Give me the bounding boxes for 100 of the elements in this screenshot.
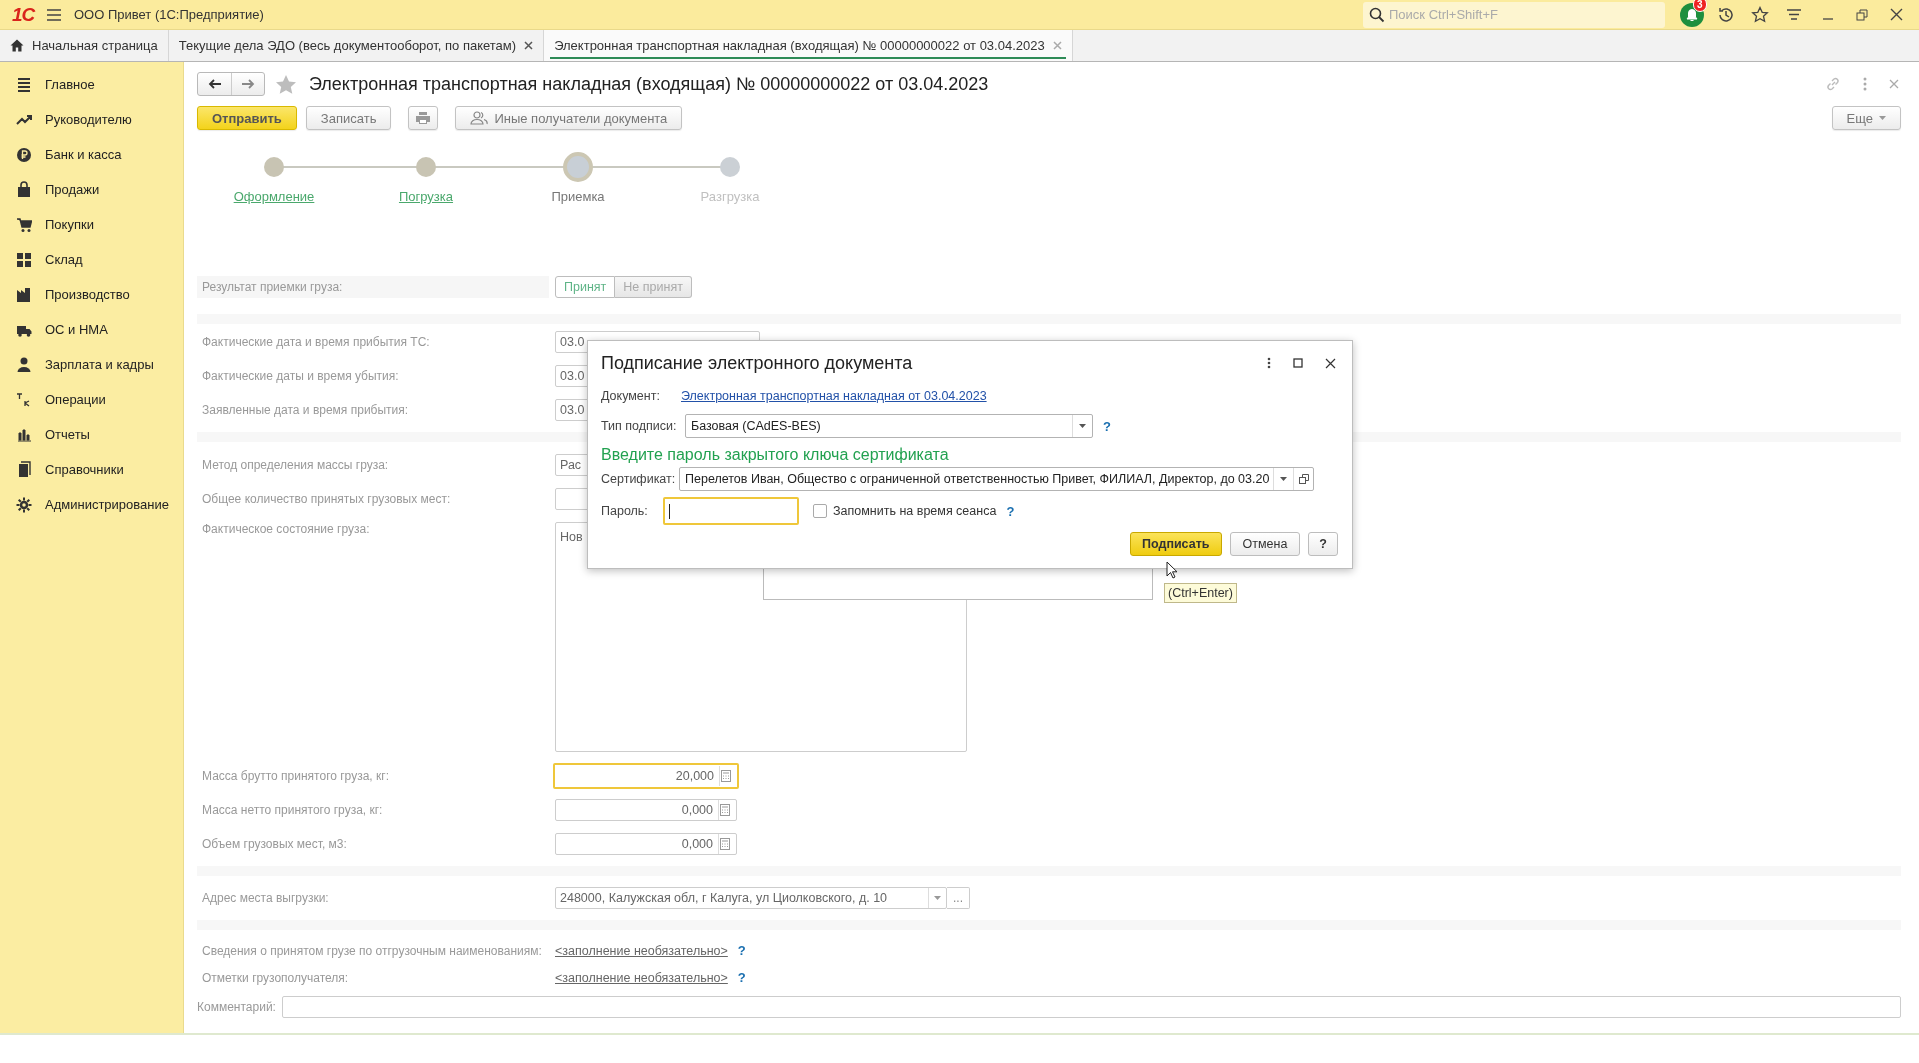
save-button[interactable]: Записать <box>305 106 392 130</box>
sidebar-item[interactable]: Покупки <box>0 207 183 242</box>
print-button[interactable] <box>408 106 439 130</box>
settings-icon <box>16 495 32 514</box>
field-label: Масса нетто принятого груза, кг: <box>201 803 384 817</box>
field-label: Объем грузовых мест, м3: <box>201 837 348 851</box>
help-link[interactable]: ? <box>1103 418 1111 434</box>
person-icon <box>16 355 32 374</box>
address-field[interactable]: 248000, Калужская обл, г Калуга, ул Циолковского, д. 10 <box>555 887 947 909</box>
checkbox-label: Запомнить на время сеанса <box>833 504 997 518</box>
more-button[interactable]: Еще <box>1831 106 1901 130</box>
field-label: Заявленные дата и время прибытия: <box>201 403 410 417</box>
certificate-select[interactable]: Перелетов Иван, Общество с ограниченной ответственностью Привет, ФИЛИАЛ, Директор, до 03.20 <box>679 467 1315 491</box>
password-field[interactable] <box>663 497 799 525</box>
link[interactable]: <заполнение необязательно> <box>555 943 728 958</box>
menu-icon <box>16 75 32 94</box>
search-box[interactable]: Поиск Ctrl+Shift+F <box>1363 1 1665 28</box>
number-field[interactable]: 20,000 <box>553 763 739 789</box>
field-label: Метод определения массы груза: <box>201 458 390 472</box>
caret-icon <box>1879 116 1886 120</box>
app-title: ООО Привет (1С:Предприятие) <box>74 7 264 22</box>
sidebar-item[interactable]: Администрирование <box>0 487 183 522</box>
field-label: Фактическое состояние груза: <box>201 522 371 536</box>
home-icon <box>10 39 24 52</box>
field-label: Отметки грузополучателя: <box>201 970 350 985</box>
prompt-text: Введите пароль закрытого ключа сертификата <box>601 446 950 464</box>
field-label: Тип подписи: <box>601 419 678 433</box>
dropdown-icon <box>1079 424 1086 428</box>
star-icon[interactable] <box>275 73 297 95</box>
field-label: Общее количество принятых грузовых мест: <box>201 492 452 506</box>
document-title: Электронная транспортная накладная (входящая) № 00000000022 от 03.04.2023 <box>309 73 989 95</box>
bag-icon <box>16 180 32 199</box>
history-icon[interactable] <box>1717 5 1735 24</box>
tab[interactable]: Электронная транспортная накладная (входящая) № 00000000022 от 03.04.2023 <box>544 30 1073 61</box>
send-button[interactable]: Отправить <box>197 106 297 130</box>
search-icon[interactable] <box>1369 6 1385 23</box>
sidebar-item[interactable]: Банк и касса <box>0 137 183 172</box>
document-link[interactable]: Электронная транспортная накладная от 03.04.2023 <box>681 389 987 403</box>
sidebar-item[interactable]: ОС и НМА <box>0 312 183 347</box>
logo: 1С <box>12 3 37 26</box>
sidebar-item[interactable]: Главное <box>0 67 183 102</box>
grid-icon <box>16 250 32 269</box>
number-field[interactable]: 0,000 <box>555 799 737 821</box>
recipients-button[interactable]: Иные получатели документа <box>455 106 683 130</box>
field-label: Адрес места выгрузки: <box>201 891 330 905</box>
people-icon <box>470 111 489 125</box>
checkbox[interactable] <box>813 504 827 518</box>
printer-icon <box>415 111 432 125</box>
help-link[interactable]: ? <box>1006 503 1015 519</box>
open-icon[interactable] <box>1298 474 1309 484</box>
search-field[interactable]: Поиск Ctrl+Shift+F <box>1389 3 1659 26</box>
calculator-icon[interactable] <box>720 804 730 816</box>
factory-icon <box>16 285 32 304</box>
number-field[interactable]: 0,000 <box>555 833 737 855</box>
field-label: Комментарий: <box>197 1000 276 1014</box>
help-link[interactable]: ? <box>737 943 746 958</box>
link[interactable]: <заполнение необязательно> <box>555 970 728 985</box>
forward-icon[interactable] <box>241 79 255 89</box>
dialog-title: Подписание электронного документа <box>601 352 914 374</box>
restore-icon[interactable] <box>1856 8 1868 21</box>
star-icon[interactable] <box>1751 5 1769 24</box>
sidebar-item[interactable]: Производство <box>0 277 183 312</box>
sidebar-item[interactable]: Руководителю <box>0 102 183 137</box>
more-icon[interactable] <box>1267 357 1271 369</box>
sidebar-item[interactable]: Справочники <box>0 452 183 487</box>
cart-icon <box>16 215 32 234</box>
help-button[interactable]: ? <box>1308 532 1338 556</box>
maximize-icon[interactable] <box>1293 358 1303 368</box>
sidebar-item[interactable]: Отчеты <box>0 417 183 452</box>
comment-field[interactable] <box>281 996 1901 1018</box>
help-link[interactable]: ? <box>737 970 746 985</box>
step-label: Приемка <box>551 189 605 204</box>
history-nav[interactable] <box>197 72 265 96</box>
filter-menu-icon[interactable] <box>1785 6 1803 23</box>
tooltip: (Ctrl+Enter) <box>1164 583 1237 603</box>
field-label: Сведения о принятом грузе по отгрузочным наименованиям: <box>201 943 543 958</box>
back-icon[interactable] <box>207 79 222 89</box>
ruble-icon <box>16 145 32 164</box>
sidebar-item[interactable]: Склад <box>0 242 183 277</box>
calculator-icon[interactable] <box>721 770 731 782</box>
sidebar-item[interactable]: Продажи <box>0 172 183 207</box>
tab[interactable]: Начальная страница <box>0 30 169 61</box>
notification-badge: 3 <box>1693 0 1707 12</box>
sidebar-item[interactable]: Операции <box>0 382 183 417</box>
dropdown-icon[interactable] <box>934 896 941 900</box>
signature-type-select[interactable]: Базовая (CAdES-BES) <box>685 414 1093 438</box>
close-icon[interactable] <box>1325 357 1336 369</box>
cancel-button[interactable]: Отмена <box>1229 532 1301 556</box>
field-label: Пароль: <box>601 504 649 518</box>
field-label: Документ: <box>601 389 661 403</box>
field-label: Сертификат: <box>601 472 677 486</box>
menu-icon[interactable] <box>46 7 62 22</box>
sign-button[interactable]: Подписать <box>1130 532 1222 556</box>
calculator-icon[interactable] <box>720 838 730 850</box>
select-button[interactable]: ... <box>947 887 970 909</box>
close-icon[interactable] <box>524 41 534 50</box>
field-label: Масса брутто принятого груза, кг: <box>201 769 390 783</box>
sidebar-item[interactable]: Зарплата и кадры <box>0 347 183 382</box>
field-label: Фактические даты и время убытия: <box>201 369 400 383</box>
close-icon[interactable] <box>1889 8 1903 21</box>
